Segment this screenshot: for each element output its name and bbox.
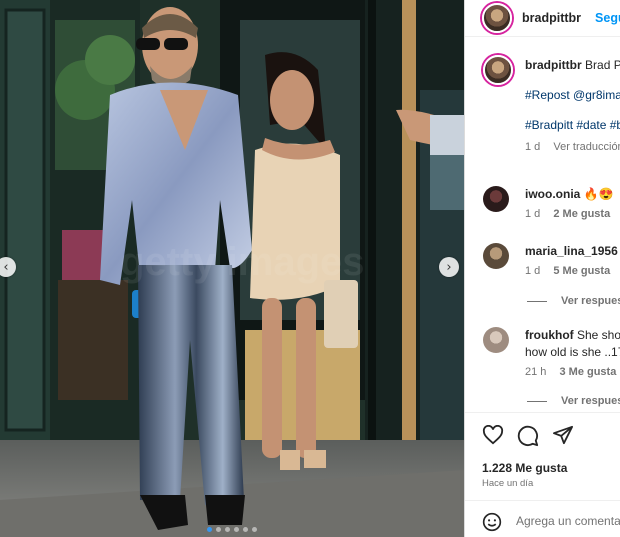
comment-likes[interactable]: 3 Me gusta [559,366,616,378]
comment-age: 1 d [525,208,541,220]
caption-text-block: bradpittbr Brad Pitt jantar em NYC com #… [525,57,620,156]
svg-text:getty images: getty images [120,240,365,284]
action-bar [482,425,574,447]
add-comment-bar: Agrega un comentario [465,500,620,537]
caption-avatar[interactable] [483,55,513,85]
comment-body: froukhof She should how old is she ..17 … [525,327,620,381]
like-heart-icon[interactable] [482,425,504,445]
carousel-dot [234,527,239,532]
comment-meta: 21 h 3 Me gusta R [525,364,620,381]
replies-divider [527,300,547,302]
comment-body: iwoo.onia 🔥😍 1 d 2 Me gusta Re [525,186,620,223]
view-replies-button[interactable]: Ver respuestas [527,295,620,307]
caption-username[interactable]: bradpittbr [525,58,582,72]
post-timestamp: Hace un día [482,478,534,489]
carousel-indicator [0,527,464,532]
carousel-dot [225,527,230,532]
comment-likes[interactable]: 5 Me gusta [553,265,610,277]
post-image: getty images [0,0,464,537]
caption-meta: 1 d Ver traducción [525,139,620,156]
caption-text: Brad Pitt jantar em NYC com [585,58,620,72]
view-replies-label: Ver respuestas [561,395,620,407]
share-paper-plane-icon[interactable] [552,425,574,445]
comment-meta: 1 d 2 Me gusta Re [525,206,620,223]
see-translation-link[interactable]: Ver traducción [553,141,620,153]
post-actions: 1.228 Me gusta Hace un día Agrega un com… [465,412,620,537]
commenter-avatar[interactable] [483,243,509,269]
emoji-smiley-icon[interactable] [482,512,502,532]
caption-repost-tag[interactable]: #Repost @gr8images [525,87,620,104]
caption-hashtags[interactable]: #Bradpitt #date #b [525,117,620,134]
comment-meta: 1 d 5 Me gusta R [525,263,620,280]
likes-count[interactable]: 1.228 Me gusta [482,461,567,475]
comment-age: 21 h [525,366,547,378]
comment-text: 🔥😍 [583,187,614,201]
follow-button[interactable]: Seguir [595,11,620,25]
commenter-username[interactable]: maria_lina_1956 [525,244,618,258]
comment-likes[interactable]: 2 Me gusta [553,208,610,220]
commenter-avatar[interactable] [483,186,509,212]
carousel-dot [243,527,248,532]
comment-body: maria_lina_1956 N 1 d 5 Me gusta R [525,243,620,280]
comment-text-continued: how old is she ..17 [525,345,620,359]
comment-bubble-icon[interactable] [517,425,539,447]
view-replies-label: Ver respuestas [561,295,620,307]
caption-age: 1 d [525,141,541,153]
comment-text: She should [577,328,620,342]
post-header: bradpittbr Seguir [465,0,620,37]
author-avatar[interactable] [482,3,512,33]
view-replies-button[interactable]: Ver respuestas [527,395,620,407]
post-sidebar: bradpittbr Seguir bradpittbr Brad Pitt j… [464,0,620,537]
author-username[interactable]: bradpittbr [522,11,581,25]
commenter-username[interactable]: iwoo.onia [525,187,580,201]
carousel-dot [207,527,212,532]
replies-divider [527,400,547,402]
post-photo[interactable]: getty images ‹ › [0,0,464,537]
carousel-dot [252,527,257,532]
carousel-dot [216,527,221,532]
commenter-avatar[interactable] [483,327,509,353]
comment-input[interactable]: Agrega un comentario [516,514,620,528]
next-arrow-button[interactable]: › [439,257,459,277]
commenter-username[interactable]: froukhof [525,328,574,342]
comment-age: 1 d [525,265,541,277]
